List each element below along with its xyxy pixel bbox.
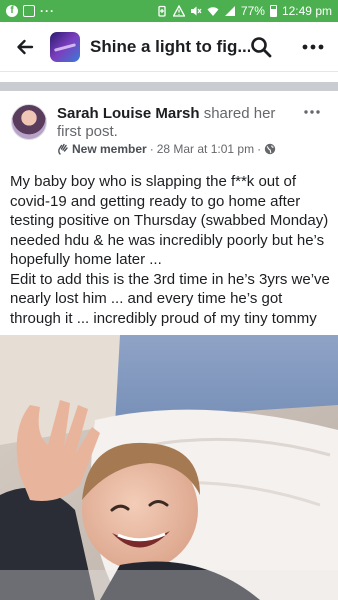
more-button[interactable] <box>298 34 328 60</box>
author-name[interactable]: Sarah Louise Marsh <box>57 105 200 122</box>
post-paragraph: Edit to add this is the 3rd time in he’s… <box>10 270 330 327</box>
wifi-icon <box>207 7 219 16</box>
clock: 12:49 pm <box>281 4 332 18</box>
post-meta: New member · 28 Mar at 1:01 pm · <box>57 142 276 156</box>
search-button[interactable] <box>248 34 274 60</box>
child-in-hospital-photo <box>0 335 338 600</box>
member-badge: New member <box>72 142 147 156</box>
battery-icon <box>269 5 277 17</box>
image-icon <box>23 5 35 17</box>
status-bar: f ··· 77% 12:49 pm <box>0 0 338 22</box>
group-thumbnail[interactable] <box>50 31 80 62</box>
alert-icon <box>172 5 185 17</box>
post-photo[interactable] <box>0 335 338 600</box>
battery-saver-icon <box>158 5 166 17</box>
more-dots-icon: ··· <box>40 4 55 18</box>
status-right-icons: 77% 12:49 pm <box>156 4 332 18</box>
search-icon <box>251 37 272 58</box>
post-options-button[interactable] <box>298 103 326 121</box>
post-body: My baby boy who is slapping the f**k out… <box>10 172 332 328</box>
meta-separator-2: · <box>257 142 262 156</box>
meta-separator: · <box>149 142 154 156</box>
avatar[interactable] <box>11 104 47 140</box>
post-timestamp[interactable]: 28 Mar at 1:01 pm <box>157 142 254 156</box>
signal-icon <box>224 6 235 16</box>
globe-icon <box>264 143 276 155</box>
wave-hand-icon <box>58 143 68 155</box>
post-author-line: Sarah Louise Marsh shared her first post… <box>57 105 297 141</box>
post-paragraph: My baby boy who is slapping the f**k out… <box>10 173 329 268</box>
more-icon <box>302 44 324 50</box>
battery-percent: 77% <box>240 4 265 18</box>
back-arrow-icon <box>17 39 34 54</box>
section-separator <box>0 82 338 91</box>
status-left-icons: f ··· <box>6 4 55 18</box>
back-button[interactable] <box>0 22 50 72</box>
group-title[interactable]: Shine a light to fig... <box>90 37 250 57</box>
more-icon <box>304 110 320 114</box>
facebook-icon: f <box>6 5 18 17</box>
mute-icon <box>190 6 202 16</box>
app-header: Shine a light to fig... <box>0 22 338 72</box>
